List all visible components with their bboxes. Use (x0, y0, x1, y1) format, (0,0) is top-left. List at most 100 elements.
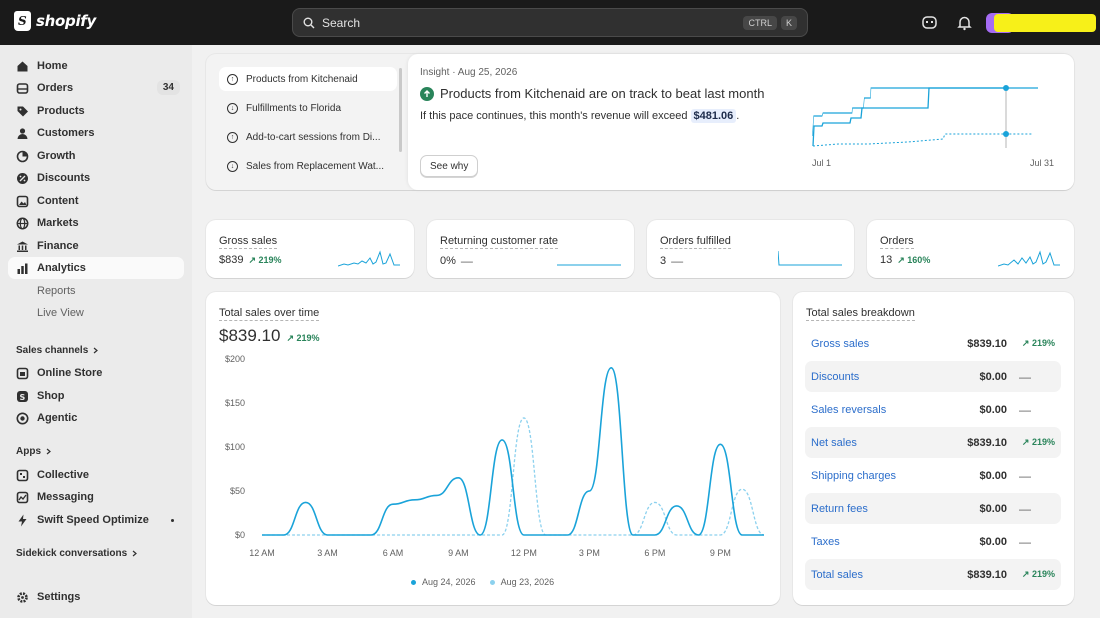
insight-previous-line (812, 133, 1032, 147)
sidekick-icon[interactable] (921, 14, 938, 31)
see-why-button[interactable]: See why (420, 155, 479, 177)
apps-heading[interactable]: Apps (16, 446, 52, 457)
sidebar-item-discounts[interactable]: Discounts (8, 167, 184, 189)
metric-trend: ↗ 160% (897, 254, 931, 265)
bell-icon[interactable] (956, 14, 973, 31)
sidebar-item-online-store[interactable]: Online Store (8, 362, 184, 384)
sidebar-item-orders[interactable]: Orders 34 (8, 77, 184, 99)
breakdown-label[interactable]: Return fees (811, 503, 929, 515)
sidebar-item-label: Collective (37, 469, 89, 481)
y-tick-label: $150 (225, 398, 245, 408)
discount-icon (16, 172, 29, 185)
sidebar-item-label: Agentic (37, 412, 78, 424)
chevron-right-icon (93, 347, 99, 354)
insights-scrollbar[interactable] (399, 68, 402, 152)
brand-name: shopify (36, 12, 96, 30)
legend-item[interactable]: Aug 23, 2026 (489, 577, 554, 587)
metric-value: 0% — (440, 254, 473, 268)
breakdown-trend: — (1019, 402, 1031, 417)
breakdown-row[interactable]: Return fees $0.00 — (805, 493, 1061, 524)
breakdown-label[interactable]: Sales reversals (811, 404, 929, 416)
sidebar-item-home[interactable]: Home (8, 55, 184, 77)
orders-sparkline (998, 250, 1060, 267)
breakdown-row[interactable]: Sales reversals $0.00 — (805, 394, 1061, 425)
insight-list-item[interactable]: ↑ Add-to-cart sessions from Di... (219, 125, 397, 149)
breakdown-label[interactable]: Taxes (811, 536, 929, 548)
insight-amount: $481.06 (690, 109, 737, 123)
sidebar-item-label: Growth (37, 150, 76, 162)
insight-list-item[interactable]: ↑ Products from Kitchenaid (219, 67, 397, 91)
breakdown-label[interactable]: Discounts (811, 371, 929, 383)
sidebar-item-analytics[interactable]: Analytics (8, 257, 184, 279)
breakdown-row[interactable]: Total sales $839.10 ↗ 219% (805, 559, 1061, 590)
breakdown-label[interactable]: Gross sales (811, 338, 929, 350)
breakdown-trend: ↗ 219% (1021, 338, 1055, 348)
breakdown-trend-value: 219% (1031, 437, 1055, 447)
breakdown-label[interactable]: Shipping charges (811, 470, 929, 482)
account-name-redacted[interactable] (994, 14, 1096, 32)
metric-number: 13 (880, 254, 893, 266)
returning-rate-sparkline (557, 264, 621, 266)
metric-value: 3 — (660, 254, 683, 268)
legend-item[interactable]: Aug 24, 2026 (411, 577, 476, 587)
breakdown-value: $0.00 (979, 370, 1007, 383)
shortcut-ctrl: CTRL (743, 15, 777, 30)
insight-list-item[interactable]: ↓ Sales from Replacement Wat... (219, 154, 397, 178)
insight-title: Products from Kitchenaid are on track to… (420, 86, 764, 101)
insight-title-text: Products from Kitchenaid are on track to… (440, 86, 765, 101)
x-tick-label: 3 PM (579, 548, 600, 558)
sidekick-conversations-heading[interactable]: Sidekick conversations (16, 548, 138, 559)
svg-text:S: S (20, 393, 26, 402)
metric-card-orders[interactable]: Orders 13 ↗ 160% (867, 220, 1074, 278)
breakdown-row[interactable]: Shipping charges $0.00 — (805, 460, 1061, 491)
insight-current-line (812, 87, 1038, 137)
sidebar-item-label: Discounts (37, 172, 91, 184)
search-input[interactable]: Search CTRL K (292, 8, 808, 37)
sidebar-item-reports[interactable]: Reports (8, 280, 184, 302)
total-sales-line-chart: $0 $50 $100 $150 $200 12 AM 3 AM 6 AM 9 AM 12 PM 3… (225, 354, 765, 558)
shopify-logo[interactable]: shopify (14, 11, 96, 31)
breakdown-label[interactable]: Net sales (811, 437, 929, 449)
orders-count-badge: 34 (156, 80, 180, 95)
sidebar-item-swift-speed-optimize[interactable]: Swift Speed Optimize (8, 509, 184, 531)
sales-channels-heading[interactable]: Sales channels (16, 345, 99, 356)
breakdown-row[interactable]: Discounts $0.00 — (805, 361, 1061, 392)
sidebar-item-shop[interactable]: S Shop (8, 385, 184, 407)
breakdown-trend: — (1019, 468, 1031, 483)
breakdown-label[interactable]: Total sales (811, 569, 929, 581)
metric-card-returning-customer-rate[interactable]: Returning customer rate 0% — (427, 220, 634, 278)
total-sales-chart-card: Total sales over time $839.10 ↗ 219% $0 $… (206, 292, 780, 605)
person-icon (16, 127, 29, 140)
insight-list-item[interactable]: ↓ Fulfillments to Florida (219, 96, 397, 120)
sidebar-item-customers[interactable]: Customers (8, 122, 184, 144)
sidebar-item-products[interactable]: Products (8, 100, 184, 122)
breakdown-trend: — (1019, 501, 1031, 516)
insight-list-label: Add-to-cart sessions from Di... (246, 131, 381, 143)
sidebar-item-growth[interactable]: Growth (8, 145, 184, 167)
y-tick-label: $200 (225, 354, 245, 364)
breakdown-trend-value: 219% (1031, 338, 1055, 348)
gear-icon (16, 591, 29, 604)
metric-card-orders-fulfilled[interactable]: Orders fulfilled 3 — (647, 220, 854, 278)
breakdown-row[interactable]: Net sales $839.10 ↗ 219% (805, 427, 1061, 458)
metric-number: 0% (440, 255, 456, 267)
sidebar-item-finance[interactable]: Finance (8, 235, 184, 257)
sidebar-item-messaging[interactable]: Messaging (8, 486, 184, 508)
sidebar-item-settings[interactable]: Settings (8, 586, 184, 608)
sidebar-item-agentic[interactable]: Agentic (8, 407, 184, 429)
sidebar-item-collective[interactable]: Collective (8, 464, 184, 486)
orders-fulfilled-sparkline (778, 250, 842, 266)
insight-current-point (1003, 85, 1009, 91)
y-tick-label: $50 (230, 486, 245, 496)
breakdown-trend: ↗ 219% (1021, 569, 1055, 579)
sidebar-item-content[interactable]: Content (8, 190, 184, 212)
shopify-bag-icon (14, 11, 31, 31)
breakdown-row[interactable]: Gross sales $839.10 ↗ 219% (805, 328, 1061, 359)
breakdown-row[interactable]: Taxes $0.00 — (805, 526, 1061, 557)
sidebar-item-label: Live View (37, 307, 84, 319)
sidebar-item-live-view[interactable]: Live View (8, 302, 184, 324)
metric-card-gross-sales[interactable]: Gross sales $839 ↗ 219% (206, 220, 414, 278)
sidebar-item-label: Shop (37, 390, 65, 402)
sidebar-item-markets[interactable]: Markets (8, 212, 184, 234)
x-tick-label: 9 AM (448, 548, 469, 558)
